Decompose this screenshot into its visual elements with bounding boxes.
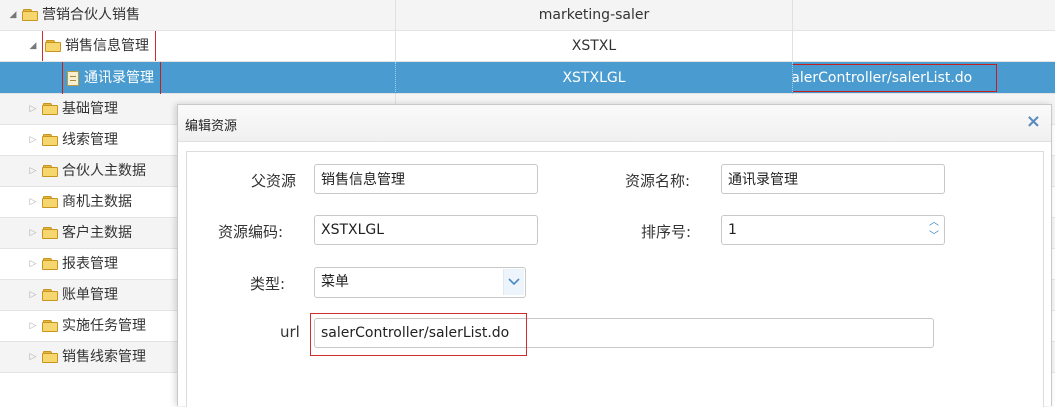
tree-cell-name: ◢ 营销合伙人销售: [0, 0, 396, 30]
resource-code-field[interactable]: [314, 215, 538, 245]
resource-name-label: 资源名称:: [625, 172, 691, 190]
tree-cell-code: marketing-saler: [396, 0, 793, 30]
folder-icon: [42, 227, 59, 239]
tree-node-label: 销售线索管理: [62, 349, 146, 365]
highlight-box: 通讯录管理: [62, 62, 161, 94]
tree-node-url: salerController/salerList.do: [793, 70, 973, 86]
tree-node-label: 销售信息管理: [65, 38, 149, 54]
folder-icon: [42, 258, 59, 270]
collapsed-arrow-icon[interactable]: ▷: [28, 289, 38, 301]
collapsed-arrow-icon[interactable]: ▷: [28, 227, 38, 239]
tree-node-label: 商机主数据: [62, 194, 132, 210]
chevron-up-icon[interactable]: ︿: [929, 217, 939, 229]
tree-cell-name: 通讯录管理: [0, 62, 396, 94]
tree-cell-url: [793, 31, 1055, 61]
stepper-buttons[interactable]: ︿ ﹀: [927, 217, 941, 243]
folder-icon: [42, 134, 59, 146]
type-label: 类型:: [250, 275, 286, 293]
close-icon[interactable]: ×: [1026, 111, 1041, 132]
collapsed-arrow-icon[interactable]: ▷: [28, 258, 38, 270]
folder-icon: [22, 9, 39, 21]
folder-icon: [42, 103, 59, 115]
collapsed-arrow-icon[interactable]: ▷: [28, 196, 38, 208]
tree-node-label: 账单管理: [62, 287, 118, 303]
tree-node-label: 通讯录管理: [84, 70, 154, 86]
folder-icon: [42, 289, 59, 301]
parent-resource-label: 父资源: [251, 172, 297, 190]
resource-code-label: 资源编码:: [218, 223, 284, 241]
type-selected-value: 菜单: [321, 274, 349, 290]
tree-node-label: 基础管理: [62, 101, 118, 117]
tree-node-label: 报表管理: [62, 256, 118, 272]
tree-node-label: 合伙人主数据: [62, 163, 146, 179]
dialog-title: 编辑资源: [185, 119, 238, 134]
tree-cell-name: ◢ 销售信息管理: [0, 31, 396, 61]
edit-resource-dialog: 编辑资源 × 父资源 资源名称: 资源编码: 排序号: 1 ︿ ﹀ 类型: 菜单: [177, 104, 1052, 407]
parent-resource-field[interactable]: [314, 164, 538, 194]
tree-row[interactable]: ◢ 销售信息管理 XSTXL: [0, 31, 1055, 62]
collapsed-arrow-icon[interactable]: ▷: [28, 320, 38, 332]
tree-node-label: 营销合伙人销售: [42, 7, 140, 23]
collapsed-arrow-icon[interactable]: ▷: [28, 134, 38, 146]
folder-icon: [42, 320, 59, 332]
type-select[interactable]: 菜单: [314, 267, 526, 298]
expanded-arrow-icon[interactable]: ◢: [8, 9, 18, 21]
tree-cell-url: [793, 0, 1055, 30]
chevron-down-icon[interactable]: [503, 269, 524, 295]
tree-row[interactable]: ◢ 营销合伙人销售 marketing-saler: [0, 0, 1055, 31]
folder-icon: [42, 196, 59, 208]
chevron-down-icon[interactable]: ﹀: [929, 231, 939, 243]
url-label: url: [280, 323, 300, 341]
resource-name-field[interactable]: [721, 164, 945, 194]
document-icon: [67, 70, 79, 86]
tree-cell-code: XSTXL: [396, 31, 793, 61]
dialog-header[interactable]: 编辑资源 ×: [178, 105, 1051, 142]
expanded-arrow-icon[interactable]: ◢: [28, 40, 38, 52]
highlight-box: 销售信息管理: [42, 31, 156, 61]
sort-order-stepper[interactable]: 1 ︿ ﹀: [721, 215, 945, 245]
highlight-box: salerController/salerList.do: [793, 64, 998, 92]
folder-icon: [42, 165, 59, 177]
tree-node-label: 实施任务管理: [62, 318, 146, 334]
sort-order-value: 1: [728, 222, 737, 238]
tree-cell-url: salerController/salerList.do: [793, 62, 1055, 94]
collapsed-arrow-icon[interactable]: ▷: [28, 351, 38, 363]
tree-node-label: 线索管理: [62, 132, 118, 148]
collapsed-arrow-icon[interactable]: ▷: [28, 103, 38, 115]
collapsed-arrow-icon[interactable]: ▷: [28, 165, 38, 177]
tree-row-selected[interactable]: 通讯录管理 XSTXLGL salerController/salerList.…: [0, 62, 1055, 94]
folder-icon: [42, 351, 59, 363]
dialog-form: 父资源 资源名称: 资源编码: 排序号: 1 ︿ ﹀ 类型: 菜单 url: [186, 151, 1044, 407]
url-field[interactable]: [314, 318, 934, 348]
sort-order-label: 排序号:: [641, 223, 692, 241]
tree-node-label: 客户主数据: [62, 225, 132, 241]
tree-cell-code: XSTXLGL: [396, 62, 793, 94]
folder-icon: [45, 40, 62, 52]
